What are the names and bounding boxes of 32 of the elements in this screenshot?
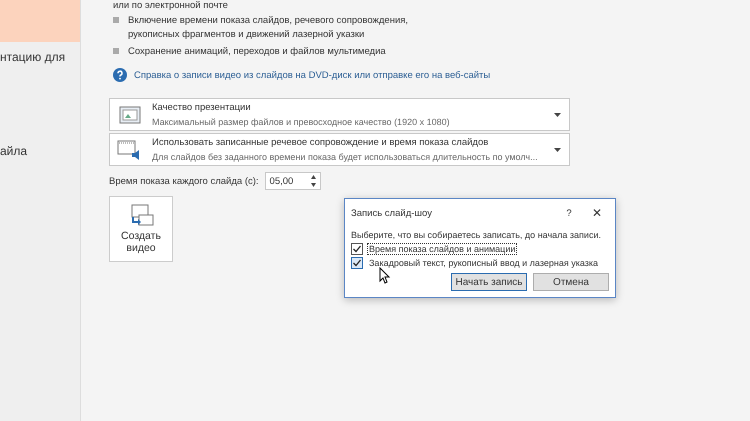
checkbox[interactable] [351,243,363,255]
seconds-spinner[interactable]: 05,00 [264,172,321,190]
bullet-text: Сохранение анимаций, переходов и файлов мультимедиа [128,45,386,59]
checkbox-label[interactable]: Закадровый текст, рукописный ввод и лазерная указка [367,257,600,269]
dialog-button[interactable]: Отмена [533,273,609,291]
dropdown-subtitle: Для слайдов без заданного времени показа будет использоваться длительность по умолч... [152,150,539,164]
dialog-title: Запись слайд-шоу [351,208,433,218]
dropdown-title: Качество презентации [152,100,252,114]
create-video-button[interactable]: Создать видео [109,196,173,262]
dialog-button[interactable]: Начать запись [451,273,527,291]
dropdown-title: Использовать записанные речевое сопровождение и время показа слайдов [152,136,490,150]
cursor-icon [379,267,391,284]
dropdown-subtitle: Максимальный размер файлов и превосходное качество (1920 x 1080) [152,116,451,129]
bullet-icon [113,17,119,23]
checkbox[interactable] [351,257,363,269]
sidebar-item[interactable]: нтацию для [0,42,80,74]
bullet-text: Включение времени показа слайдов, речевого сопровождения, рукописных фрагментов и движений лазерной указки [128,14,410,42]
spinner-arrows-icon [310,174,316,188]
dropdown[interactable]: Использовать записанные речевое сопровождение и время показа слайдов Для слайдов без заданного времени показа будет использоваться длительность по умолч... [109,133,570,166]
help-icon [113,68,127,82]
close-button[interactable]: ✕ [585,206,609,220]
dialog-prompt: Выберите, что вы собираетесь записать, до начала записи. [351,229,602,241]
bullet-icon [113,48,119,54]
dropdown[interactable]: Качество презентации Максимальный размер файлов и превосходное качество (1920 x 1080) [109,98,570,131]
help-link[interactable]: Справка о записи видео из слайдов на DVD-диск или отправке его на веб-сайты [134,70,490,80]
caret-icon [554,112,561,116]
checkbox-label[interactable]: Время показа слайдов и анимации [367,243,518,255]
seconds-label: Время показа каждого слайда (с): [109,176,259,186]
caret-icon [554,148,561,152]
help-button[interactable]: ? [557,208,581,218]
sidebar-item[interactable]: айла [0,136,80,168]
description-text: или по электронной почте [112,0,228,11]
